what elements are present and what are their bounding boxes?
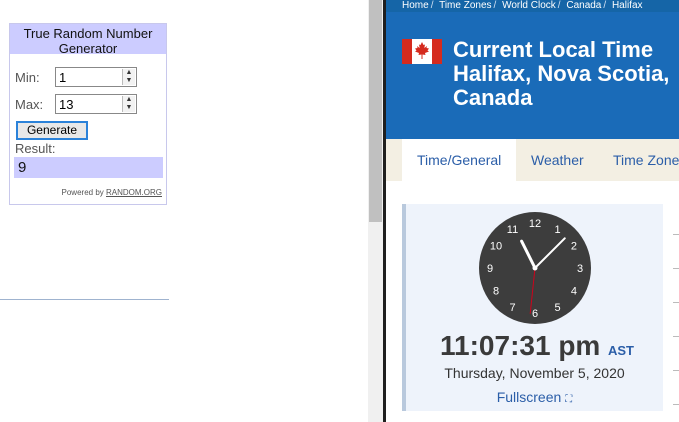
canada-flag-icon: [402, 39, 442, 64]
fullscreen-label: Fullscreen: [496, 389, 562, 405]
max-value: 13: [59, 97, 74, 112]
current-date: Thursday, November 5, 2020: [444, 365, 625, 381]
breadcrumb-world-clock[interactable]: World Clock: [502, 0, 556, 11]
clock-numeral: 5: [554, 302, 560, 314]
scrollbar-thumb[interactable]: [369, 0, 382, 222]
min-label: Min:: [15, 70, 40, 85]
time-site: Home / Time Zones / World Clock / Canada / H…: [386, 0, 679, 422]
clock-numeral: 9: [487, 263, 493, 275]
title-line-3: Canada: [453, 85, 533, 110]
expand-icon: ⛶: [565, 394, 573, 405]
breadcrumb-halifax[interactable]: Halifax: [612, 0, 643, 11]
side-rule: [673, 370, 679, 371]
tab-time-general[interactable]: Time/General: [402, 139, 517, 181]
page-header: Current Local Time Halifax, Nova Scotia,…: [386, 12, 679, 139]
breadcrumb-canada[interactable]: Canada: [566, 0, 601, 11]
breadcrumb-home[interactable]: Home: [402, 0, 429, 11]
max-spin-arrows-icon[interactable]: ▲ ▼: [122, 96, 135, 112]
min-spin-arrows-icon[interactable]: ▲ ▼: [122, 69, 135, 85]
clock-numeral: 12: [529, 218, 541, 230]
clock-numeral: 2: [571, 241, 577, 253]
result-value: 9: [14, 157, 163, 178]
tab-weather[interactable]: Weather: [531, 139, 584, 181]
side-rule: [673, 234, 679, 235]
side-rule: [673, 336, 679, 337]
generate-button[interactable]: Generate: [16, 121, 88, 140]
page-title: Current Local Time Halifax, Nova Scotia,…: [453, 38, 669, 110]
title-line-1: Current Local Time: [453, 37, 654, 62]
clock-numeral: 7: [509, 302, 515, 314]
powered-by: Powered by RANDOM.ORG: [62, 188, 162, 197]
clock-numeral: 8: [493, 286, 499, 298]
tab-bar: Time/General Weather Time Zone: [386, 139, 679, 181]
left-pane-scrollbar[interactable]: [368, 0, 383, 422]
breadcrumb: Home / Time Zones / World Clock / Canada / H…: [386, 0, 679, 12]
side-rule: [673, 404, 679, 405]
max-label: Max:: [15, 97, 44, 112]
title-line-2: Halifax, Nova Scotia,: [453, 61, 670, 86]
current-time: 11:07:31 pm: [440, 330, 601, 361]
max-input[interactable]: 13 ▲ ▼: [55, 94, 137, 114]
min-input[interactable]: 1 ▲ ▼: [55, 67, 137, 87]
side-rule: [673, 302, 679, 303]
clock-center: [532, 265, 538, 271]
clock-numeral: 4: [571, 286, 577, 298]
clock-numeral: 10: [490, 241, 502, 253]
random-org-link[interactable]: RANDOM.ORG: [106, 188, 162, 197]
timezone-abbr[interactable]: AST: [608, 343, 634, 358]
result-label: Result:: [15, 141, 56, 156]
powered-prefix: Powered by: [61, 188, 104, 197]
clock-numeral: 1: [554, 224, 560, 236]
side-rule: [673, 268, 679, 269]
clock-numeral: 3: [577, 263, 583, 275]
fullscreen-link[interactable]: Fullscreen ⛶: [406, 389, 663, 405]
random-number-widget: True Random Number Generator Min: 1 ▲ ▼ M…: [9, 23, 167, 205]
divider-line: [0, 299, 169, 300]
breadcrumb-time-zones[interactable]: Time Zones: [439, 0, 491, 11]
clock-numeral: 6: [532, 308, 538, 320]
clock-numeral: 11: [507, 224, 518, 236]
clock-card: 12 1 2 3 4 5 6 7 8 9 10 11 11:07:31 pm AST Thursday…: [402, 204, 663, 411]
widget-title: True Random Number Generator: [10, 24, 166, 56]
min-value: 1: [59, 70, 67, 85]
tab-time-zone[interactable]: Time Zone: [613, 139, 679, 181]
analog-clock: 121234567891011: [479, 212, 591, 324]
